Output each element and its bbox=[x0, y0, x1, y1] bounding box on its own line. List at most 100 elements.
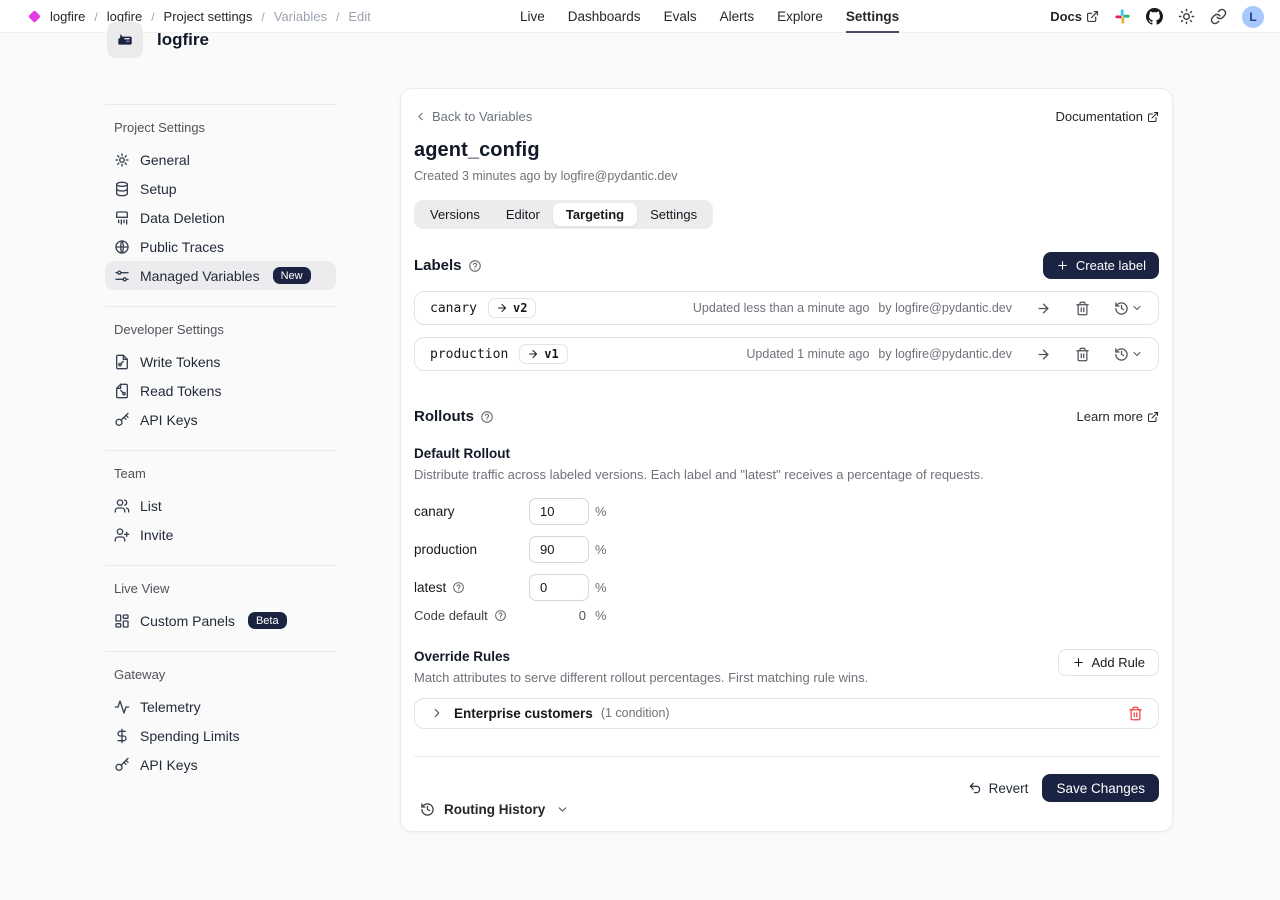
sidebar-item-public-traces[interactable]: Public Traces bbox=[105, 232, 336, 261]
breadcrumb-org[interactable]: logfire bbox=[50, 9, 85, 24]
user-avatar[interactable]: L bbox=[1242, 6, 1264, 28]
delete-label-button[interactable] bbox=[1075, 301, 1090, 316]
sidebar-divider bbox=[105, 565, 336, 566]
rollout-row-canary: canary % bbox=[414, 498, 1159, 525]
sidebar-item-managed-variables[interactable]: Managed Variables New bbox=[105, 261, 336, 290]
back-to-variables-link[interactable]: Back to Variables bbox=[414, 109, 532, 124]
sidebar-section-title: Developer Settings bbox=[105, 322, 336, 337]
latest-percent-input[interactable] bbox=[529, 574, 589, 601]
sidebar-item-gateway-api-keys[interactable]: API Keys bbox=[105, 750, 336, 779]
sidebar-item-api-keys[interactable]: API Keys bbox=[105, 405, 336, 434]
theme-sun-icon[interactable] bbox=[1178, 8, 1195, 25]
sidebar-item-label: Public Traces bbox=[140, 239, 224, 255]
sidebar-item-general[interactable]: General bbox=[105, 145, 336, 174]
revert-button[interactable]: Revert bbox=[968, 781, 1029, 796]
production-percent-input[interactable] bbox=[529, 536, 589, 563]
nav-settings[interactable]: Settings bbox=[846, 0, 899, 33]
plus-icon bbox=[1056, 259, 1069, 272]
sidebar-item-label: List bbox=[140, 498, 162, 514]
nav-live[interactable]: Live bbox=[520, 0, 545, 33]
arrow-right-icon bbox=[1036, 347, 1051, 362]
breadcrumb-separator: / bbox=[94, 10, 97, 24]
panels-icon bbox=[114, 613, 130, 629]
docs-link[interactable]: Docs bbox=[1050, 9, 1099, 24]
sidebar-item-label: Read Tokens bbox=[140, 383, 221, 399]
label-version-chip[interactable]: v1 bbox=[519, 344, 567, 364]
sidebar-item-data-deletion[interactable]: Data Deletion bbox=[105, 203, 336, 232]
nav-dashboards[interactable]: Dashboards bbox=[568, 0, 641, 33]
sidebar-item-label: Setup bbox=[140, 181, 177, 197]
history-icon bbox=[1114, 301, 1129, 316]
label-history-button[interactable] bbox=[1114, 301, 1143, 316]
documentation-label: Documentation bbox=[1056, 109, 1143, 124]
sidebar-section-title: Live View bbox=[105, 581, 336, 596]
sidebar-item-custom-panels[interactable]: Custom Panels Beta bbox=[105, 606, 336, 635]
key-icon bbox=[114, 757, 130, 773]
add-rule-button[interactable]: Add Rule bbox=[1058, 649, 1159, 676]
arrow-right-icon bbox=[1036, 301, 1051, 316]
chevron-down-icon bbox=[556, 803, 569, 816]
create-label-button-label: Create label bbox=[1076, 258, 1146, 273]
label-updated-text: Updated 1 minute ago bbox=[746, 347, 869, 361]
label-version: v2 bbox=[513, 301, 527, 315]
documentation-link[interactable]: Documentation bbox=[1056, 109, 1159, 124]
nav-evals[interactable]: Evals bbox=[664, 0, 697, 33]
sidebar-item-team-list[interactable]: List bbox=[105, 491, 336, 520]
code-default-help-icon[interactable] bbox=[494, 609, 507, 622]
external-link-icon bbox=[1086, 10, 1099, 23]
label-history-button[interactable] bbox=[1114, 347, 1143, 362]
sidebar-item-team-invite[interactable]: Invite bbox=[105, 520, 336, 549]
trash-icon bbox=[1075, 301, 1090, 316]
sidebar-item-write-tokens[interactable]: Write Tokens bbox=[105, 347, 336, 376]
external-link-icon bbox=[1147, 411, 1159, 423]
header-actions: Docs L bbox=[1050, 0, 1264, 33]
tab-settings[interactable]: Settings bbox=[637, 203, 710, 226]
sidebar-item-setup[interactable]: Setup bbox=[105, 174, 336, 203]
goto-version-button[interactable] bbox=[1036, 301, 1051, 316]
tab-targeting[interactable]: Targeting bbox=[553, 203, 637, 226]
key-icon bbox=[114, 412, 130, 428]
override-rules-heading: Override Rules bbox=[414, 649, 868, 664]
chevron-left-icon bbox=[414, 110, 427, 123]
learn-more-link[interactable]: Learn more bbox=[1077, 409, 1159, 424]
label-updated-text: Updated less than a minute ago bbox=[693, 301, 870, 315]
rollouts-help-icon[interactable] bbox=[480, 410, 494, 424]
link-icon[interactable] bbox=[1210, 8, 1227, 25]
latest-help-icon[interactable] bbox=[452, 581, 465, 594]
github-icon[interactable] bbox=[1146, 8, 1163, 25]
sidebar-item-read-tokens[interactable]: Read Tokens bbox=[105, 376, 336, 405]
nav-alerts[interactable]: Alerts bbox=[720, 0, 755, 33]
create-label-button[interactable]: Create label bbox=[1043, 252, 1159, 279]
sidebar-section-title: Gateway bbox=[105, 667, 336, 682]
delete-label-button[interactable] bbox=[1075, 347, 1090, 362]
sidebar-divider bbox=[105, 450, 336, 451]
tab-editor[interactable]: Editor bbox=[493, 203, 553, 226]
slack-icon[interactable] bbox=[1114, 8, 1131, 25]
sidebar-item-spending-limits[interactable]: Spending Limits bbox=[105, 721, 336, 750]
labels-heading: Labels bbox=[414, 257, 462, 274]
revert-button-label: Revert bbox=[989, 781, 1029, 796]
sidebar-item-telemetry[interactable]: Telemetry bbox=[105, 692, 336, 721]
chevron-right-icon[interactable] bbox=[430, 706, 444, 720]
label-version-chip[interactable]: v2 bbox=[488, 298, 536, 318]
label-name: production bbox=[430, 347, 508, 362]
nav-explore[interactable]: Explore bbox=[777, 0, 823, 33]
rollout-label: canary bbox=[414, 504, 455, 519]
percent-sign: % bbox=[595, 580, 607, 595]
override-rule-row[interactable]: Enterprise customers (1 condition) bbox=[414, 698, 1159, 729]
routing-history-toggle[interactable]: Routing History bbox=[414, 802, 1159, 817]
sidebar-section-title: Team bbox=[105, 466, 336, 481]
tab-versions[interactable]: Versions bbox=[417, 203, 493, 226]
back-link-label: Back to Variables bbox=[432, 109, 532, 124]
sidebar-logo-row[interactable]: logfire bbox=[105, 22, 336, 58]
add-rule-button-label: Add Rule bbox=[1092, 655, 1145, 670]
default-rollout-description: Distribute traffic across labeled versio… bbox=[414, 467, 1159, 482]
plus-icon bbox=[1072, 656, 1085, 669]
save-changes-button[interactable]: Save Changes bbox=[1042, 774, 1159, 802]
canary-percent-input[interactable] bbox=[529, 498, 589, 525]
docs-label: Docs bbox=[1050, 9, 1082, 24]
delete-rule-button[interactable] bbox=[1128, 706, 1143, 721]
labels-help-icon[interactable] bbox=[468, 259, 482, 273]
goto-version-button[interactable] bbox=[1036, 347, 1051, 362]
logfire-logo-icon bbox=[117, 32, 133, 48]
